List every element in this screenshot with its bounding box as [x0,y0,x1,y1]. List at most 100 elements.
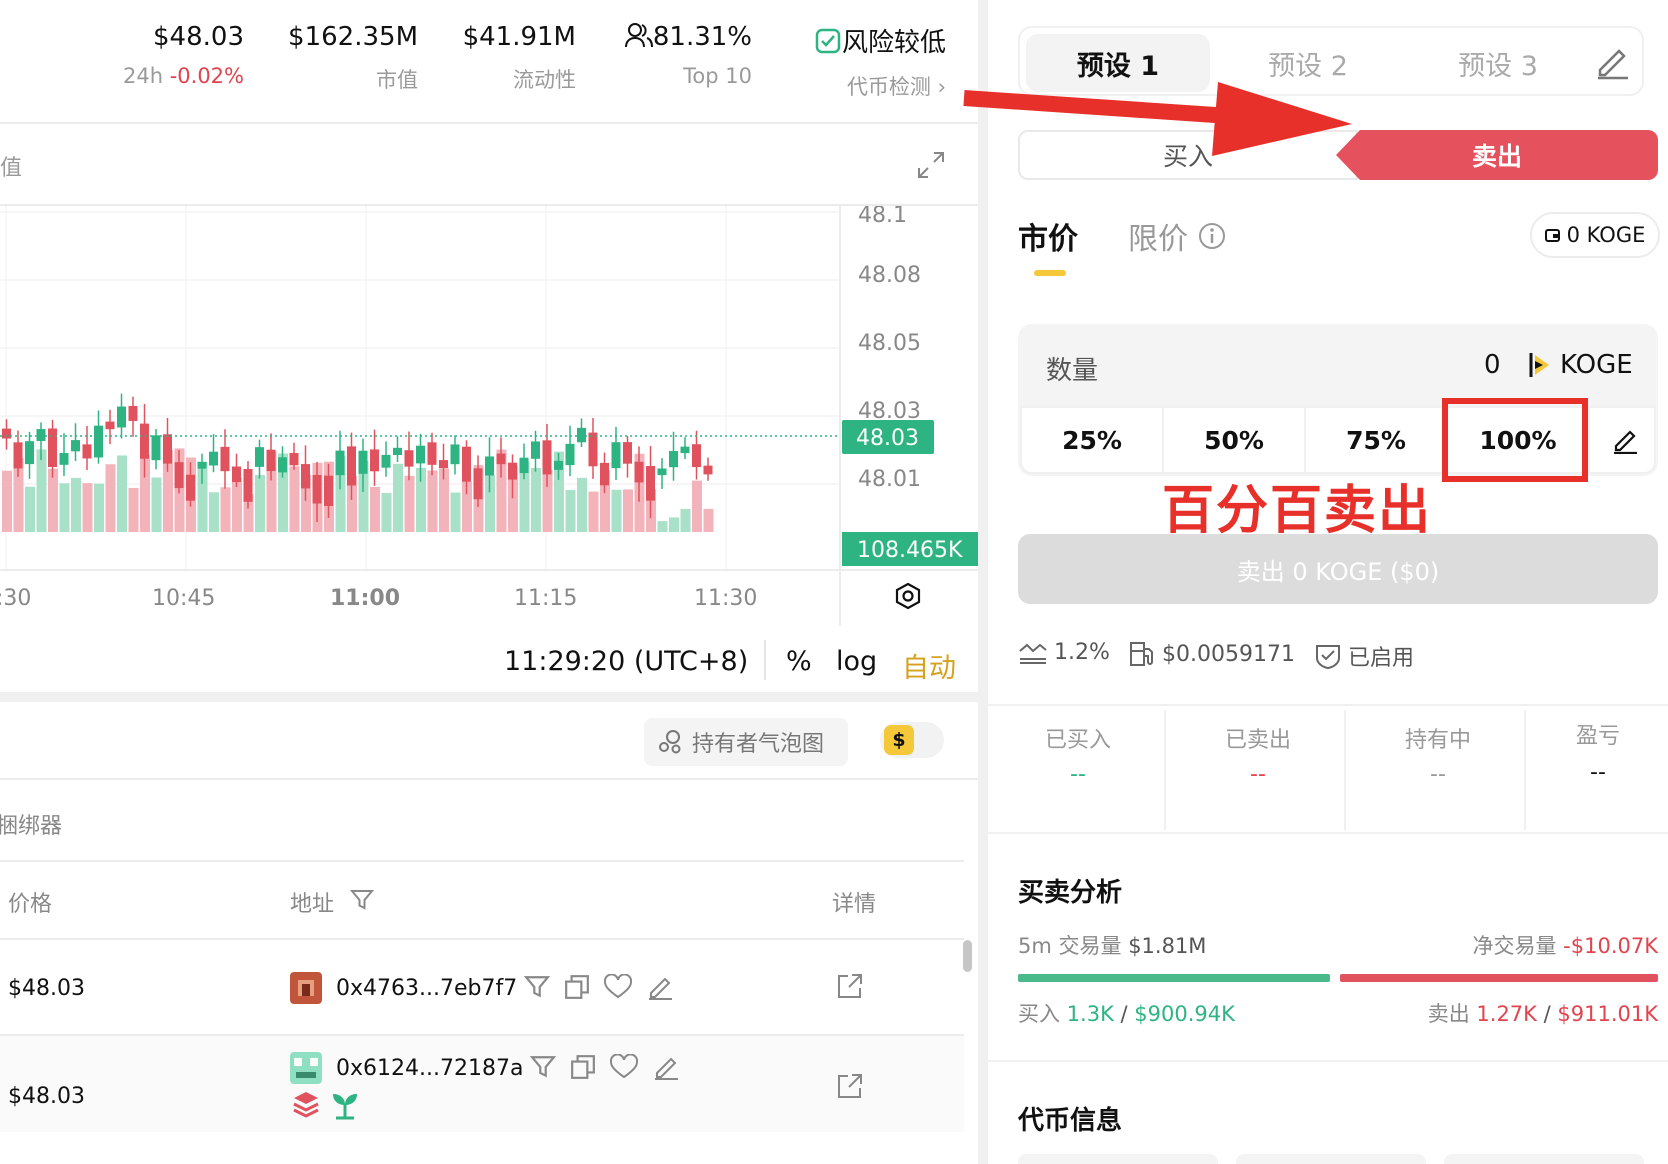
sell-tab[interactable]: 卖出 [1336,130,1658,180]
pct-25-button[interactable]: 25% [1022,408,1164,472]
volume-bar [71,477,81,532]
volume-bar [59,483,70,532]
limit-order-tab[interactable]: 限价 [1128,214,1188,258]
holder-bubble-button[interactable]: 持有者气泡图 [644,718,848,766]
token-info-card [1018,1154,1218,1164]
users-icon [624,23,653,48]
token-info-title: 代币信息 [1018,1106,1123,1136]
filter-icon[interactable] [530,1054,556,1080]
pct-50-button[interactable]: 50% [1164,408,1306,472]
candle-body [117,406,126,428]
volume-bar [703,508,714,532]
volume-bar [255,474,265,532]
price-chart[interactable]: 48.1 48.08 48.05 48.03 48.01 48.03 108.4… [0,206,978,626]
scrollbar-thumb[interactable] [963,940,972,972]
volume-bar [209,492,219,532]
percent-toggle[interactable]: % [786,646,812,677]
volume-bar [588,491,599,532]
log-toggle[interactable]: log [836,646,877,677]
candle-body [450,444,460,465]
expand-icon[interactable] [916,150,946,180]
external-link-icon[interactable] [836,972,864,1000]
preset-3-tab[interactable]: 预设 3 [1406,34,1590,92]
shield-check-icon [1316,645,1340,670]
amount-input[interactable]: 0 [1484,350,1501,380]
bought-label: 已买入 [1044,728,1111,753]
table-row[interactable]: $48.03 0x6124...72187a [0,1036,964,1132]
volume-bar [128,487,139,532]
candle-body [588,432,598,467]
volume-bar [82,483,93,532]
active-tab-indicator [1034,270,1066,276]
col-detail: 详情 [832,892,877,917]
info-icon[interactable] [1198,222,1226,250]
market-order-tab[interactable]: 市价 [1018,214,1078,258]
holder-bubble-label: 持有者气泡图 [692,732,825,757]
gas-setting[interactable]: $0.0059171 [1128,640,1295,668]
sold-label: 已卖出 [1224,728,1291,753]
candle-body [358,450,368,474]
chart-settings-icon[interactable] [895,582,921,610]
volume-bar [94,483,104,532]
volume-bar [2,470,12,532]
copy-icon[interactable] [564,974,590,1000]
auto-toggle[interactable]: 自动 [902,646,956,685]
currency-toggle[interactable]: $ [880,722,944,758]
risk-check-stat[interactable]: 风险较低 代币检测 › [790,22,946,101]
top10-stat[interactable]: 81.31% Top 10 [610,22,752,88]
liquidity-label: 流动性 [513,68,576,92]
heart-icon[interactable] [604,974,632,1000]
token-info-card [1236,1154,1426,1164]
candle-body [220,446,230,472]
candle-body [174,462,184,489]
bundler-filter-label[interactable]: 捆绑器 [0,808,62,840]
candle-body [692,444,701,468]
edit-icon[interactable] [652,1054,680,1080]
candle-body [312,474,322,504]
candle-body [600,462,609,486]
sell-count: 1.27K [1476,1002,1537,1026]
row-price: $48.03 [8,1084,85,1109]
mev-protection[interactable]: 已启用 [1314,640,1414,672]
net-volume-row: 净交易量 -$10.07K [1472,930,1658,960]
buy-count: 1.3K [1066,1002,1114,1026]
sold-stat: 已卖出 -- [1168,722,1348,787]
copy-icon[interactable] [570,1054,596,1080]
external-link-icon[interactable] [836,1072,864,1100]
koge-token-icon [1529,353,1549,377]
candle-body [186,474,195,501]
time-tick: 11:30 [694,586,757,611]
filter-icon[interactable] [350,888,374,912]
candle-body [13,442,23,469]
candle-body [611,442,621,469]
slippage-setting[interactable]: 1.2% [1018,640,1110,665]
shield-check-icon [815,28,841,54]
col-price: 价格 [8,892,53,917]
candle-body [554,460,563,470]
candle-body [255,447,264,467]
token-selector[interactable]: KOGE [1528,350,1633,380]
filter-icon[interactable] [524,974,550,1000]
submit-sell-button[interactable]: 卖出 0 KOGE ($0) [1018,534,1658,604]
price-change: -0.02% [169,64,244,88]
balance-pill: 0 KOGE [1530,212,1660,258]
candle-body [542,440,552,475]
edit-preset-icon[interactable] [1594,44,1630,80]
sold-value: -- [1250,762,1266,787]
table-row[interactable]: $48.03 0x4763...7eb7f7 [0,940,964,1034]
edit-icon[interactable] [646,974,674,1000]
pnl-value: -- [1590,760,1606,785]
bubbles-icon [659,730,681,754]
token-check-link[interactable]: 代币检测 › [790,71,946,101]
pct-75-button[interactable]: 75% [1306,408,1448,472]
price-stat: $48.03 24h -0.02% [120,22,244,88]
edit-percent-icon[interactable] [1612,426,1638,454]
candle-body [94,425,103,458]
heart-icon[interactable] [610,1054,638,1080]
candle-body [519,457,529,474]
volume-bar [105,464,116,532]
row-address[interactable]: 0x6124...72187a [336,1056,523,1081]
stat-divider [1344,710,1346,830]
candle-body [370,449,379,472]
row-address[interactable]: 0x4763...7eb7f7 [336,976,517,1001]
